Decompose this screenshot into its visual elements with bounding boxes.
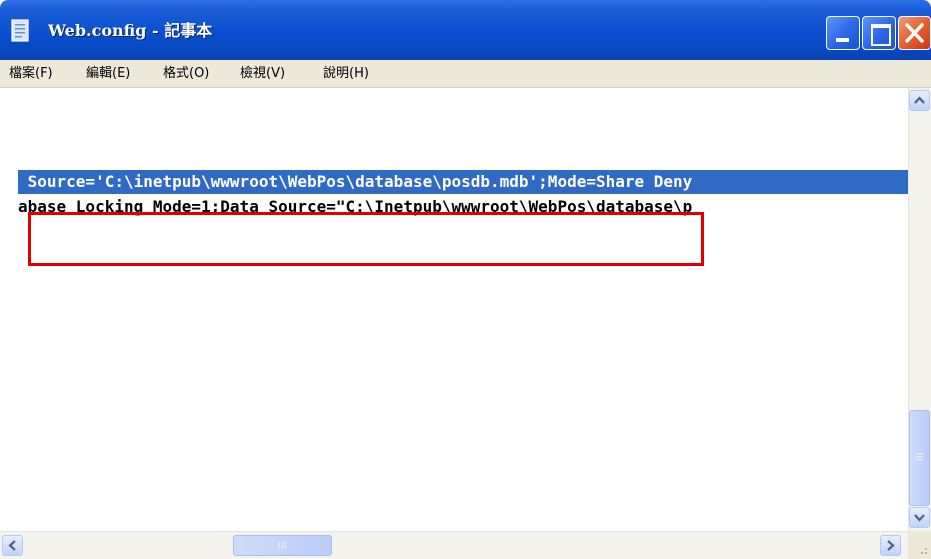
close-icon xyxy=(905,23,924,43)
menu-file[interactable]: 檔案(F) xyxy=(9,64,53,84)
menu-help[interactable]: 說明(H) xyxy=(323,64,369,84)
vertical-scroll-thumb[interactable] xyxy=(909,410,930,506)
grip-icon xyxy=(916,453,923,461)
scroll-right-button[interactable] xyxy=(880,535,901,556)
chevron-down-icon xyxy=(914,514,925,522)
resize-grip-icon xyxy=(921,548,927,554)
chevron-right-icon xyxy=(887,540,895,551)
maximize-button[interactable] xyxy=(862,16,896,50)
close-button[interactable] xyxy=(898,16,931,50)
menu-edit[interactable]: 編輯(E) xyxy=(86,64,130,84)
window-title: Web.config - 記事本 xyxy=(48,21,213,40)
scroll-left-button[interactable] xyxy=(2,535,23,556)
menu-format[interactable]: 格式(O) xyxy=(163,64,209,84)
editor-line-1 xyxy=(18,122,908,146)
resize-grip[interactable] xyxy=(908,531,931,559)
title-bar[interactable]: Web.config - 記事本 xyxy=(0,0,931,60)
editor-line-selected[interactable]: Source='C:\inetpub\wwwroot\WebPos\databa… xyxy=(18,170,908,194)
horizontal-scrollbar[interactable] xyxy=(0,531,908,559)
editor-line-2 xyxy=(18,146,908,170)
menu-view[interactable]: 檢視(V) xyxy=(240,64,285,84)
vertical-scrollbar[interactable] xyxy=(908,88,931,531)
chevron-up-icon xyxy=(914,96,925,104)
red-annotation-box xyxy=(28,212,704,266)
menu-bar: 檔案(F) 編輯(E) 格式(O) 檢視(V) 說明(H) xyxy=(0,60,931,88)
scroll-up-button[interactable] xyxy=(909,90,930,111)
grip-icon xyxy=(278,542,286,549)
horizontal-scroll-thumb[interactable] xyxy=(233,535,332,556)
notepad-icon xyxy=(11,19,29,42)
minimize-button[interactable] xyxy=(826,16,860,50)
scroll-down-button[interactable] xyxy=(909,507,930,528)
chevron-left-icon xyxy=(8,540,16,551)
